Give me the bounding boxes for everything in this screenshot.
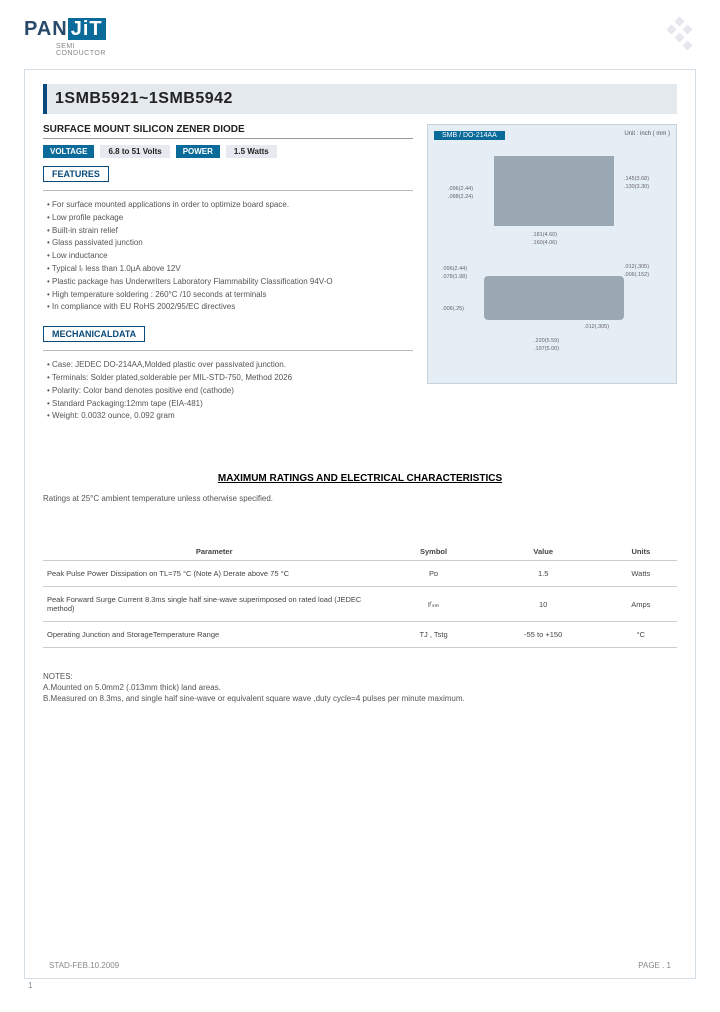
dim-label: .088(2.24) xyxy=(448,194,473,200)
power-value: 1.5 Watts xyxy=(226,145,277,158)
list-item: In compliance with EU RoHS 2002/95/EC di… xyxy=(47,301,413,314)
logo-wordmark: PANJiT xyxy=(24,18,106,41)
table-cell: Iᶠₛₘ xyxy=(385,587,481,622)
dim-label: .096(2.44) xyxy=(442,266,467,272)
part-title-block: 1SMB5921~1SMB5942 xyxy=(43,84,677,114)
list-item: For surface mounted applications in orde… xyxy=(47,199,413,212)
logo-text-pan: PAN xyxy=(24,18,68,40)
list-item: Glass passivated junction xyxy=(47,237,413,250)
table-cell: Operating Junction and StorageTemperatur… xyxy=(43,622,385,648)
ratings-note: Ratings at 25°C ambient temperature unle… xyxy=(43,494,677,503)
table-cell: 1.5 xyxy=(482,561,605,587)
package-top-view xyxy=(494,156,614,226)
logo-subtitle: SEMI CONDUCTOR xyxy=(56,43,106,57)
dim-label: .006(.152) xyxy=(624,272,649,278)
notes-title: NOTES: xyxy=(43,672,677,681)
dim-label: .096(2.44) xyxy=(448,186,473,192)
note-a: A.Mounted on 5.0mm2 (.013mm thick) land … xyxy=(43,683,677,692)
table-cell: Pᴅ xyxy=(385,561,481,587)
parameters-table: Parameter Symbol Value Units Peak Pulse … xyxy=(43,543,677,648)
note-b: B.Measured on 8.3ms, and single half sin… xyxy=(43,694,677,703)
list-item: Built-in strain relief xyxy=(47,225,413,238)
table-cell: -55 to +150 xyxy=(482,622,605,648)
package-label: SMB / DO-214AA xyxy=(434,131,505,140)
table-row: Operating Junction and StorageTemperatur… xyxy=(43,622,677,648)
footer-number: 1 xyxy=(28,981,696,990)
table-row: Peak Forward Surge Current 8.3ms single … xyxy=(43,587,677,622)
col-symbol: Symbol xyxy=(385,543,481,561)
decorative-dots-icon xyxy=(662,18,696,52)
list-item: Polarity: Color band denotes positive en… xyxy=(47,385,413,398)
divider xyxy=(43,190,413,191)
list-item: Case: JEDEC DO-214AA,Molded plastic over… xyxy=(47,359,413,372)
dim-label: .181(4.60) xyxy=(532,232,557,238)
footer-date: STAD-FEB.10.2009 xyxy=(49,961,119,970)
table-cell: TJ , Tstg xyxy=(385,622,481,648)
table-cell: °C xyxy=(605,622,677,648)
dim-label: .197(5.00) xyxy=(534,346,559,352)
dim-label: .012(.305) xyxy=(584,324,609,330)
power-label: POWER xyxy=(176,145,220,158)
voltage-label: VOLTAGE xyxy=(43,145,94,158)
datasheet-page: PANJiT SEMI CONDUCTOR 1SMB5921~1SMB5942 … xyxy=(0,0,720,1012)
page-footer: STAD-FEB.10.2009 PAGE . 1 xyxy=(49,961,671,970)
package-header: SMB / DO-214AA Unit : inch ( mm ) xyxy=(434,131,670,140)
list-item: Typical Iᵣ less than 1.0µA above 12V xyxy=(47,263,413,276)
table-header-row: Parameter Symbol Value Units xyxy=(43,543,677,561)
features-list: For surface mounted applications in orde… xyxy=(43,199,413,314)
dim-label: .012(.305) xyxy=(624,264,649,270)
notes-block: NOTES: A.Mounted on 5.0mm2 (.013mm thick… xyxy=(43,672,677,703)
content-frame: 1SMB5921~1SMB5942 SURFACE MOUNT SILICON … xyxy=(24,69,696,979)
list-item: Terminals: Solder plated,solderable per … xyxy=(47,372,413,385)
list-item: Weight: 0.0032 ounce, 0.092 gram xyxy=(47,410,413,423)
footer-page: PAGE . 1 xyxy=(638,961,671,970)
mechdata-list: Case: JEDEC DO-214AA,Molded plastic over… xyxy=(43,359,413,423)
spec-row: VOLTAGE 6.8 to 51 Volts POWER 1.5 Watts xyxy=(43,145,413,158)
mechdata-heading: MECHANICALDATA xyxy=(43,326,145,342)
list-item: Standard Packaging:12mm tape (EIA-481) xyxy=(47,398,413,411)
list-item: Low inductance xyxy=(47,250,413,263)
right-column: SMB / DO-214AA Unit : inch ( mm ) .145(3… xyxy=(427,124,677,433)
table-cell: Watts xyxy=(605,561,677,587)
package-outline-box: SMB / DO-214AA Unit : inch ( mm ) .145(3… xyxy=(427,124,677,384)
table-cell: Peak Pulse Power Dissipation on TL=75 °C… xyxy=(43,561,385,587)
table-cell: Amps xyxy=(605,587,677,622)
list-item: High temperature soldering : 260°C /10 s… xyxy=(47,289,413,302)
part-number-title: 1SMB5921~1SMB5942 xyxy=(55,90,669,108)
table-row: Peak Pulse Power Dissipation on TL=75 °C… xyxy=(43,561,677,587)
logo-text-jit: JiT xyxy=(68,18,106,40)
col-parameter: Parameter xyxy=(43,543,385,561)
table-cell: Peak Forward Surge Current 8.3ms single … xyxy=(43,587,385,622)
dim-label: .160(4.06) xyxy=(532,240,557,246)
company-logo: PANJiT SEMI CONDUCTOR xyxy=(24,18,106,57)
voltage-value: 6.8 to 51 Volts xyxy=(100,145,169,158)
list-item: Low profile package xyxy=(47,212,413,225)
table-cell: 10 xyxy=(482,587,605,622)
dim-label: .220(5.59) xyxy=(534,338,559,344)
package-drawing: .145(3.68) .130(3.30) .096(2.44) .088(2.… xyxy=(434,146,670,366)
package-unit: Unit : inch ( mm ) xyxy=(624,131,670,140)
col-units: Units xyxy=(605,543,677,561)
features-heading: FEATURES xyxy=(43,166,109,182)
left-column: SURFACE MOUNT SILICON ZENER DIODE VOLTAG… xyxy=(43,124,413,433)
product-subtitle: SURFACE MOUNT SILICON ZENER DIODE xyxy=(43,124,413,139)
dim-label: .130(3.30) xyxy=(624,184,649,190)
dim-label: .006(.25) xyxy=(442,306,464,312)
col-value: Value xyxy=(482,543,605,561)
dim-label: .078(1.98) xyxy=(442,274,467,280)
dim-label: .145(3.68) xyxy=(624,176,649,182)
upper-columns: SURFACE MOUNT SILICON ZENER DIODE VOLTAG… xyxy=(43,124,677,433)
package-side-view xyxy=(484,276,624,320)
divider xyxy=(43,350,413,351)
ratings-title: MAXIMUM RATINGS AND ELECTRICAL CHARACTER… xyxy=(43,473,677,484)
list-item: Plastic package has Underwriters Laborat… xyxy=(47,276,413,289)
page-header: PANJiT SEMI CONDUCTOR xyxy=(24,18,696,57)
